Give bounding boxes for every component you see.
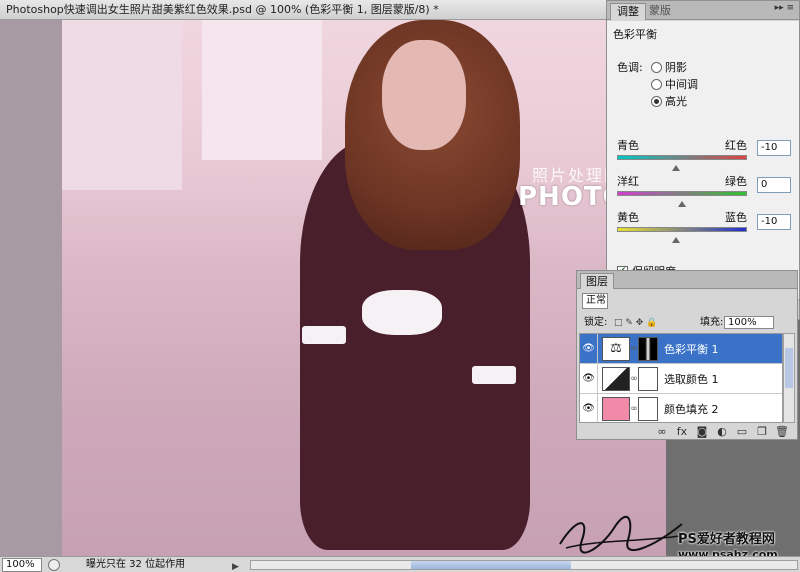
lock-label: 锁定: [584, 317, 608, 328]
eye-icon[interactable]: 👁 [580, 334, 598, 364]
tab-layers[interactable]: 图层 [580, 273, 614, 289]
model-face [382, 40, 466, 150]
status-message: 曝光只在 32 位起作用 [86, 559, 186, 570]
layer-mask-thumbnail[interactable] [638, 336, 658, 361]
new-adjustment-icon[interactable]: ◐ [715, 425, 729, 438]
chain-link-icon[interactable]: ∞ [630, 404, 638, 414]
slider-thumb[interactable] [678, 201, 686, 207]
layer-list: 👁 ⚖ ∞ 色彩平衡 1 👁 ∞ 选取颜色 1 👁 ∞ 颜色填充 2 [579, 333, 783, 423]
layer-row[interactable]: 👁 ∞ 颜色填充 2 [580, 393, 782, 422]
blend-mode-select[interactable]: 正常 [582, 293, 608, 309]
slider-left-label: 黄色 [617, 211, 639, 224]
eye-icon[interactable]: 👁 [580, 393, 598, 422]
horizontal-scrollbar[interactable] [250, 560, 798, 570]
new-group-icon[interactable]: ▭ [735, 425, 749, 438]
zoom-field[interactable]: 100% [2, 558, 42, 572]
fill-label: 填充: [700, 317, 724, 328]
eye-icon[interactable]: 👁 [580, 363, 598, 394]
magenta-green-value[interactable]: 0 [757, 177, 791, 193]
layer-name: 选取颜色 1 [664, 372, 719, 386]
background-building [202, 20, 322, 160]
slider-cyan-red: 青色 红色 [617, 137, 747, 171]
slider-thumb[interactable] [671, 165, 680, 171]
layer-row[interactable]: 👁 ⚖ ∞ 色彩平衡 1 [580, 334, 782, 364]
new-layer-icon[interactable]: ❐ [755, 425, 769, 438]
layer-mask-thumbnail[interactable] [638, 366, 658, 391]
delete-layer-icon[interactable]: 🗑 [775, 425, 789, 438]
link-layers-icon[interactable]: ∞ [655, 425, 669, 438]
slider-right-label: 绿色 [725, 175, 747, 188]
tone-option-label: 中间调 [665, 78, 698, 91]
layer-name: 色彩平衡 1 [664, 342, 719, 356]
slider-right-label: 红色 [725, 139, 747, 152]
fill-field[interactable]: 100% [724, 316, 774, 329]
status-bar: 100% 曝光只在 32 位起作用 ▶ [0, 556, 800, 572]
add-mask-icon[interactable]: ◙ [695, 425, 709, 438]
document-info-icon[interactable] [48, 559, 60, 571]
tone-label: 色调: [617, 61, 643, 74]
slider-track[interactable] [617, 227, 747, 232]
slider-track[interactable] [617, 191, 747, 196]
selective-color-icon [602, 366, 630, 391]
jacket-cuff [472, 366, 516, 384]
color-balance-body: 色彩平衡 色调: 阴影 中间调 高光 青色 红色 -10 洋红 绿色 0 黄色 … [607, 21, 799, 299]
color-fill-swatch [602, 396, 630, 421]
tab-masks[interactable]: 蒙版 [643, 3, 677, 20]
status-menu-arrow-icon[interactable]: ▶ [232, 560, 239, 572]
horizontal-scroll-thumb[interactable] [411, 561, 571, 569]
slider-left-label: 洋红 [617, 175, 639, 188]
balance-scale-icon: ⚖ [602, 336, 630, 361]
signature-logo [559, 515, 683, 554]
radio-shadows[interactable] [651, 61, 662, 73]
tone-option-midtones[interactable]: 中间调 [651, 76, 698, 92]
tone-option-shadows[interactable]: 阴影 [651, 59, 687, 75]
site-watermark-name: PS爱好者教程网 [678, 532, 775, 547]
slider-left-label: 青色 [617, 139, 639, 152]
layer-name: 颜色填充 2 [664, 402, 719, 416]
slider-thumb[interactable] [671, 237, 680, 243]
slider-right-label: 蓝色 [725, 211, 747, 224]
layers-tabbar: 图层 [577, 271, 797, 289]
document-title: Photoshop快速调出女生照片甜美紫红色效果.psd @ 100% (色彩平… [0, 0, 606, 20]
layer-row[interactable]: 👁 ∞ 选取颜色 1 [580, 363, 782, 394]
tone-option-label: 高光 [665, 95, 687, 108]
layers-scrollbar[interactable] [783, 333, 795, 423]
radio-highlights[interactable] [651, 95, 662, 107]
adjustments-tabbar: 调整 蒙版 ▸▸ ≡ [607, 1, 799, 20]
background-building [62, 20, 182, 190]
tone-option-label: 阴影 [665, 61, 687, 74]
radio-midtones[interactable] [651, 78, 662, 90]
dress-bow [362, 290, 442, 335]
layers-panel: 图层 正常 锁定: □ ✎ ✥ 🔒 填充: 100% 👁 ⚖ ∞ 色彩平衡 1 … [576, 270, 798, 440]
layers-footer: ∞ fx ◙ ◐ ▭ ❐ 🗑 [577, 423, 797, 439]
layer-style-icon[interactable]: fx [675, 425, 689, 438]
layers-scroll-thumb[interactable] [785, 348, 793, 388]
jacket-cuff [302, 326, 346, 344]
chain-link-icon[interactable]: ∞ [630, 374, 638, 384]
layer-mask-thumbnail[interactable] [638, 396, 658, 421]
tab-adjustments[interactable]: 调整 [610, 3, 646, 20]
panel-menu-icon[interactable]: ▸▸ ≡ [775, 3, 794, 13]
chain-link-icon[interactable]: ∞ [630, 344, 638, 354]
adjustment-title: 色彩平衡 [613, 28, 657, 41]
yellow-blue-value[interactable]: -10 [757, 214, 791, 230]
cyan-red-value[interactable]: -10 [757, 140, 791, 156]
lock-row: 锁定: □ ✎ ✥ 🔒 填充: 100% [582, 316, 796, 330]
tone-option-highlights[interactable]: 高光 [651, 93, 687, 109]
slider-magenta-green: 洋红 绿色 [617, 173, 747, 207]
slider-track[interactable] [617, 155, 747, 160]
lock-icons[interactable]: □ ✎ ✥ 🔒 [614, 316, 657, 330]
slider-yellow-blue: 黄色 蓝色 [617, 209, 747, 243]
